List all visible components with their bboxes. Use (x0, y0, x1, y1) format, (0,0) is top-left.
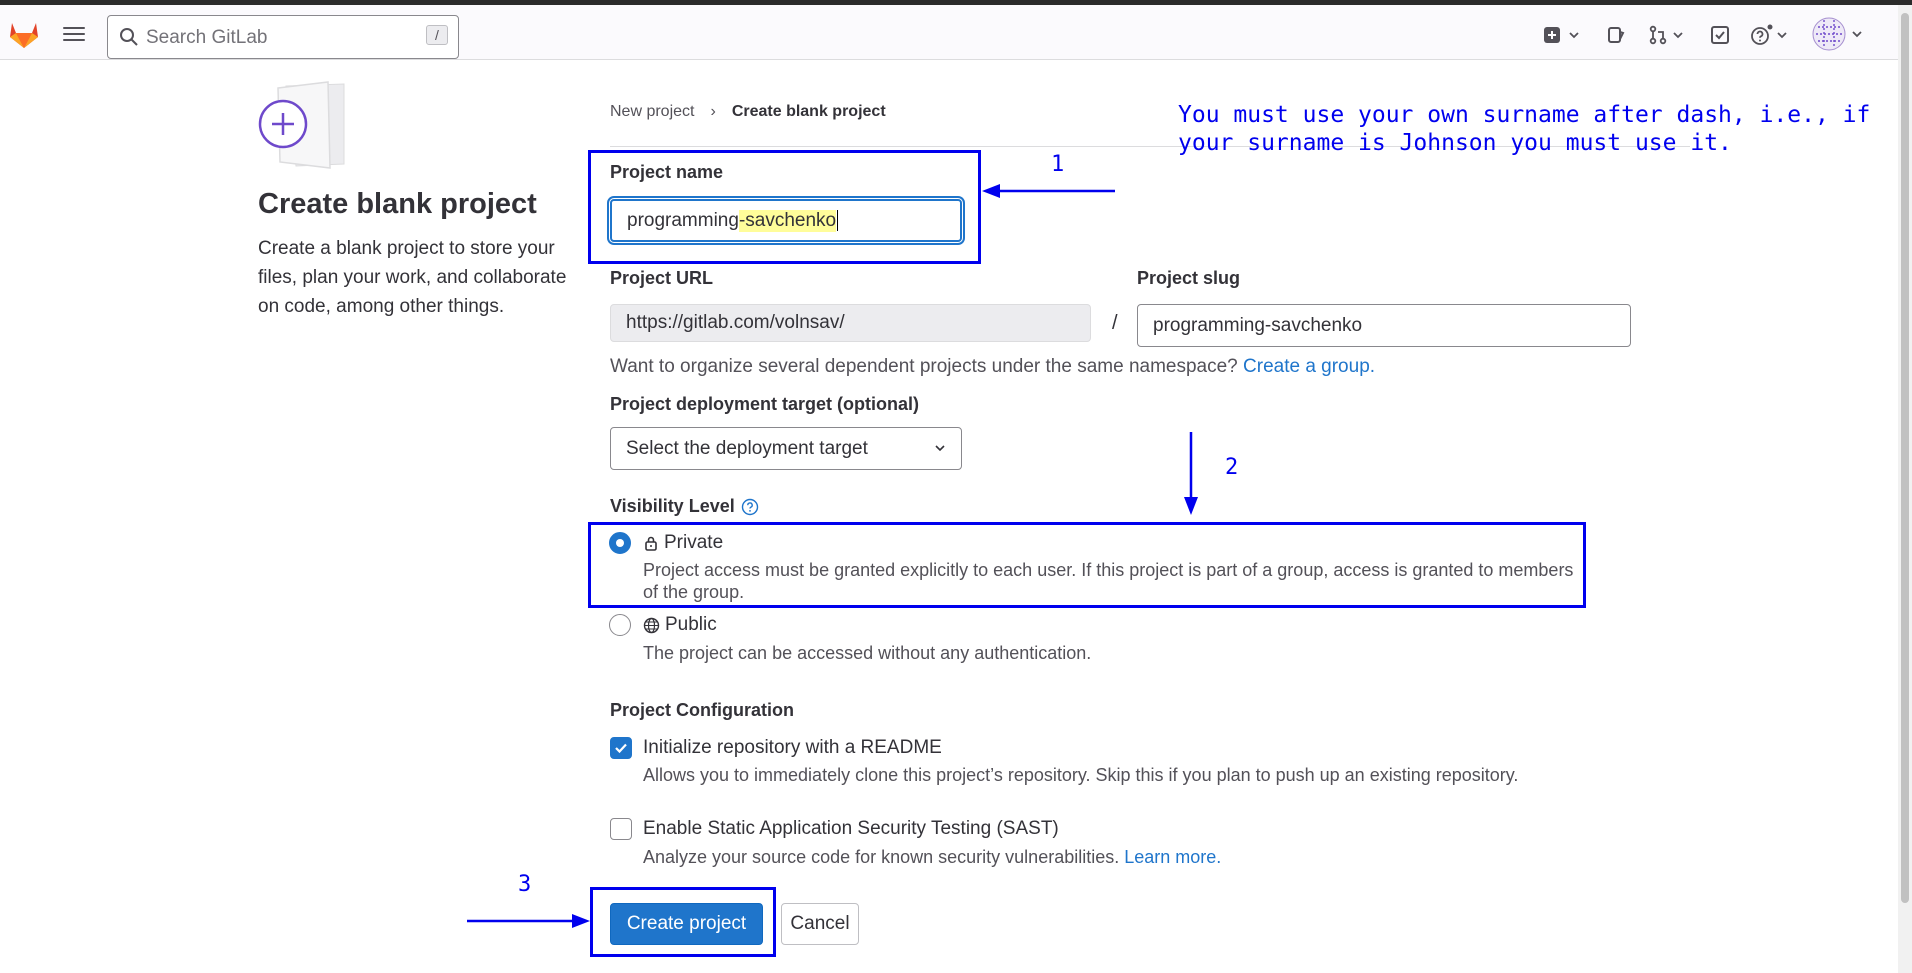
project-url-field: https://gitlab.com/volnsav/ (610, 304, 1091, 342)
help-circle-icon[interactable] (741, 498, 759, 516)
sast-checkbox[interactable] (610, 818, 632, 840)
chevron-down-icon (1777, 32, 1787, 39)
menu-icon[interactable] (63, 27, 85, 43)
gitlab-logo-icon[interactable] (8, 19, 40, 49)
sast-description: Analyze your source code for known secur… (643, 847, 1120, 867)
deployment-target-value: Select the deployment target (626, 437, 868, 459)
help-dropdown[interactable] (1750, 23, 1789, 47)
visibility-public-title: Public (643, 614, 717, 636)
question-icon (1751, 24, 1773, 45)
chevron-down-icon (935, 445, 945, 452)
annotation-step-2: 2 (1225, 455, 1239, 480)
deployment-target-select[interactable]: Select the deployment target (610, 427, 962, 470)
namespace-help: Want to organize several dependent proje… (610, 356, 1238, 377)
project-slug-value: programming-savchenko (1153, 314, 1363, 336)
page-description: Create a blank project to store your fil… (258, 238, 567, 317)
page-scrollbar[interactable] (1898, 5, 1912, 973)
readme-checkbox[interactable] (610, 737, 632, 759)
visibility-level-heading: Visibility Level (610, 496, 759, 517)
annotation-step-1: 1 (1051, 152, 1065, 177)
breadcrumb: New project › Create blank project (610, 103, 886, 121)
sast-learn-more-link[interactable]: Learn more. (1124, 847, 1221, 867)
project-url-label: Project URL (610, 268, 714, 288)
merge-requests-dropdown[interactable] (1648, 23, 1685, 47)
merge-request-icon (1649, 25, 1667, 45)
chevron-down-icon (1673, 32, 1683, 39)
search-shortcut-key: / (426, 25, 448, 45)
breadcrumb-current: Create blank project (731, 103, 886, 120)
plus-square-icon (1544, 27, 1560, 43)
readme-description: Allows you to immediately clone this pro… (643, 765, 1519, 785)
sast-label: Enable Static Application Security Testi… (643, 818, 1059, 839)
issues-button[interactable] (1606, 23, 1626, 47)
namespace-help-text: Want to organize several dependent proje… (610, 356, 1375, 378)
visibility-public-description: The project can be accessed without any … (643, 643, 1092, 663)
project-configuration-heading: Project Configuration (610, 700, 794, 720)
todo-checkbox-icon (1711, 26, 1729, 44)
breadcrumb-new-project-link[interactable]: New project (610, 103, 694, 121)
top-navbar: Search GitLab / (0, 5, 1898, 60)
visibility-public-label: Public (665, 614, 717, 635)
create-group-link[interactable]: Create a group. (1243, 356, 1375, 377)
project-slug-input[interactable]: programming-savchenko (1137, 304, 1631, 347)
globe-icon (643, 617, 660, 633)
annotation-box-visibility (588, 522, 1586, 608)
annotation-arrow-3 (467, 914, 590, 928)
issues-icon (1608, 27, 1625, 43)
annotation-step-3: 3 (518, 872, 532, 897)
url-separator: / (1112, 312, 1118, 334)
blank-project-illustration-icon (258, 81, 345, 169)
annotation-note: You must use your own surname after dash… (1178, 102, 1871, 156)
project-slug-label: Project slug (1137, 268, 1241, 288)
readme-label: Initialize repository with a README (643, 737, 942, 758)
todos-button[interactable] (1710, 23, 1730, 47)
check-icon (615, 743, 627, 754)
search-input[interactable]: Search GitLab / (107, 15, 459, 59)
annotation-arrow-2 (1184, 432, 1198, 515)
chevron-down-icon (1852, 31, 1862, 38)
page-title: Create blank project (258, 188, 537, 220)
search-icon (120, 28, 138, 46)
user-menu[interactable] (1812, 17, 1864, 51)
cancel-button[interactable]: Cancel (781, 903, 859, 945)
visibility-public-radio[interactable] (609, 614, 631, 636)
chevron-right-icon: › (710, 103, 716, 120)
annotation-box-project-name (588, 150, 981, 264)
scrollbar-thumb[interactable] (1901, 13, 1909, 903)
project-url-value: https://gitlab.com/volnsav/ (626, 312, 845, 333)
avatar (1812, 17, 1846, 51)
annotation-arrow-1 (982, 184, 1115, 198)
chevron-down-icon (1569, 32, 1579, 39)
annotation-box-create-button (590, 887, 776, 957)
visibility-level-label: Visibility Level (610, 496, 735, 516)
sast-description-row: Analyze your source code for known secur… (643, 846, 1583, 868)
create-new-dropdown[interactable] (1543, 23, 1581, 47)
deployment-target-label: Project deployment target (optional) (610, 394, 920, 414)
search-placeholder: Search GitLab (146, 27, 268, 48)
